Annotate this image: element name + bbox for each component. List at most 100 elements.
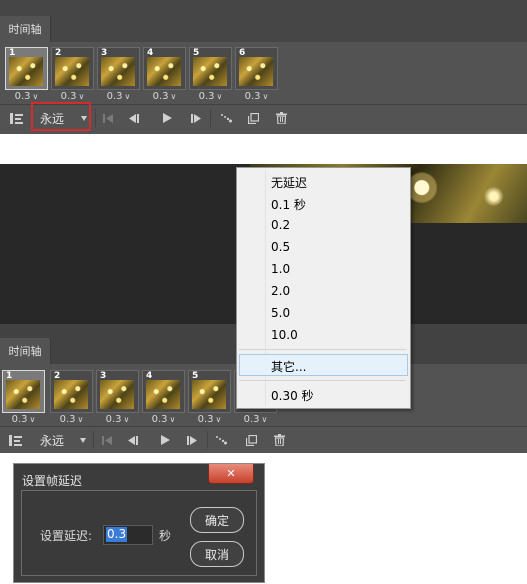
frame-image xyxy=(100,380,134,409)
panel-tabbar: 时间轴 xyxy=(0,0,527,42)
frame-image xyxy=(101,57,135,86)
tween-icon[interactable] xyxy=(217,105,235,131)
tab-timeline[interactable]: 时间轴 xyxy=(0,16,51,42)
frame-number: 1 xyxy=(6,371,13,381)
frame-thumbnail[interactable]: 4 xyxy=(142,370,185,413)
frame-delay[interactable]: 0.3 ∨ xyxy=(189,91,232,102)
menu-item-2-0[interactable]: 2.0 xyxy=(271,284,290,298)
menu-divider xyxy=(239,349,406,350)
frames-strip: 1 0.3 ∨ 2 0.3 ∨ 3 0.3 ∨ 4 0.3 ∨ 5 0.3 ∨ 6 0.3 ∨ xyxy=(0,43,527,105)
menu-item-current-delay[interactable]: 0.30 秒 xyxy=(271,387,314,404)
frame-thumbnail[interactable]: 5 xyxy=(188,370,231,413)
cancel-button[interactable]: 取消 xyxy=(190,541,244,567)
menu-item-0-1[interactable]: 0.1 秒 xyxy=(271,196,306,213)
frame-number: 1 xyxy=(9,48,16,58)
menu-item-10-0[interactable]: 10.0 xyxy=(271,328,298,342)
chevron-down-icon: ∨ xyxy=(78,92,85,101)
frame-delay[interactable]: 0.3 ∨ xyxy=(143,91,186,102)
menu-item-other[interactable]: 其它... xyxy=(271,358,306,375)
chevron-down-icon: ∨ xyxy=(261,415,268,424)
timeline-panel-top: 时间轴 1 0.3 ∨ 2 0.3 ∨ 3 0.3 ∨ 4 0.3 ∨ 5 0.3 ∨ 6 0.3 ∨ 永远 xyxy=(0,0,527,134)
delay-input[interactable]: 0.3 xyxy=(103,525,153,545)
divider xyxy=(210,109,211,127)
divider xyxy=(93,431,94,449)
menu-item-0-2[interactable]: 0.2 xyxy=(271,218,290,232)
frame-delay[interactable]: 0.3 ∨ xyxy=(142,414,185,425)
frame-delay[interactable]: 0.3 ∨ xyxy=(97,91,140,102)
trash-icon[interactable] xyxy=(272,105,290,131)
timeline-controls: 永远 xyxy=(0,426,527,453)
frame-delay-value: 0.3 xyxy=(105,414,122,425)
chevron-down-icon[interactable] xyxy=(80,438,86,443)
frame-number: 2 xyxy=(54,371,61,381)
first-frame-icon[interactable] xyxy=(99,105,117,131)
chevron-down-icon: ∨ xyxy=(216,92,223,101)
frame-delay[interactable]: 0.3 ∨ xyxy=(51,91,94,102)
frame-thumbnail[interactable]: 4 xyxy=(143,47,186,90)
frame-delay[interactable]: 0.3 ∨ xyxy=(50,414,93,425)
menu-item-highlight xyxy=(239,354,408,376)
frame-number: 3 xyxy=(101,48,108,58)
frame-thumbnail[interactable]: 3 xyxy=(97,47,140,90)
frame-delay-value: 0.3 xyxy=(198,91,215,102)
ok-button-label: 确定 xyxy=(204,513,229,528)
menu-item-5-0[interactable]: 5.0 xyxy=(271,306,290,320)
frame-thumbnail[interactable]: 6 xyxy=(235,47,278,90)
chevron-down-icon: ∨ xyxy=(262,92,269,101)
menu-item-1-0[interactable]: 1.0 xyxy=(271,262,290,276)
frame-delay[interactable]: 0.3 ∨ xyxy=(188,414,231,425)
frame-thumbnail[interactable]: 5 xyxy=(189,47,232,90)
next-frame-icon[interactable] xyxy=(183,427,201,453)
close-button[interactable]: ✕ xyxy=(208,464,254,484)
frame-delay[interactable]: 0.3 ∨ xyxy=(235,91,278,102)
layers-convert-icon[interactable] xyxy=(6,105,26,131)
play-icon[interactable] xyxy=(158,105,176,131)
trash-icon[interactable] xyxy=(270,427,288,453)
frame-thumbnail[interactable]: 1 xyxy=(2,370,45,413)
dialog-title: 设置帧延迟 xyxy=(22,474,83,488)
frame-thumbnail[interactable]: 1 xyxy=(5,47,48,90)
ok-button[interactable]: 确定 xyxy=(190,507,244,533)
frame-delay-value: 0.3 xyxy=(11,414,28,425)
loop-select-value: 永远 xyxy=(40,433,65,448)
prev-frame-icon[interactable] xyxy=(124,427,142,453)
frame-delay[interactable]: 0.3 ∨ xyxy=(234,414,277,425)
frame-thumbnail[interactable]: 3 xyxy=(96,370,139,413)
frame-delay[interactable]: 0.3 ∨ xyxy=(2,414,45,425)
frame-number: 5 xyxy=(193,48,200,58)
frame-delay[interactable]: 0.3 ∨ xyxy=(5,91,48,102)
chevron-down-icon: ∨ xyxy=(169,415,176,424)
frame-image xyxy=(55,57,89,86)
layers-convert-icon[interactable] xyxy=(5,427,25,453)
play-icon[interactable] xyxy=(156,427,174,453)
set-frame-delay-dialog: 设置帧延迟 ✕ 设置延迟: 0.3 秒 确定 取消 xyxy=(13,463,265,583)
duplicate-frame-icon[interactable] xyxy=(242,427,260,453)
prev-frame-icon[interactable] xyxy=(125,105,143,131)
frame-thumbnail[interactable]: 2 xyxy=(50,370,93,413)
delay-unit: 秒 xyxy=(159,529,172,543)
chevron-down-icon[interactable] xyxy=(81,116,87,121)
frame-thumbnail[interactable]: 2 xyxy=(51,47,94,90)
first-frame-icon[interactable] xyxy=(98,427,116,453)
menu-item-no-delay[interactable]: 无延迟 xyxy=(271,174,307,191)
frame-delay-value: 0.3 xyxy=(59,414,76,425)
chevron-down-icon: ∨ xyxy=(29,415,36,424)
frame-image xyxy=(6,380,40,409)
frame-number: 6 xyxy=(239,48,246,58)
frame-image xyxy=(9,57,43,86)
chevron-down-icon: ∨ xyxy=(32,92,39,101)
menu-item-0-5[interactable]: 0.5 xyxy=(271,240,290,254)
tween-icon[interactable] xyxy=(212,427,230,453)
next-frame-icon[interactable] xyxy=(187,105,205,131)
frame-image xyxy=(54,380,88,409)
frame-number: 3 xyxy=(100,371,107,381)
close-icon: ✕ xyxy=(226,467,236,480)
frame-delay-value: 0.3 xyxy=(152,91,169,102)
frame-number: 2 xyxy=(55,48,62,58)
delay-input-value: 0.3 xyxy=(106,527,128,542)
tab-timeline[interactable]: 时间轴 xyxy=(0,338,51,364)
delay-label: 设置延迟: xyxy=(40,529,93,543)
frame-number: 4 xyxy=(147,48,154,58)
frame-delay[interactable]: 0.3 ∨ xyxy=(96,414,139,425)
duplicate-frame-icon[interactable] xyxy=(244,105,262,131)
